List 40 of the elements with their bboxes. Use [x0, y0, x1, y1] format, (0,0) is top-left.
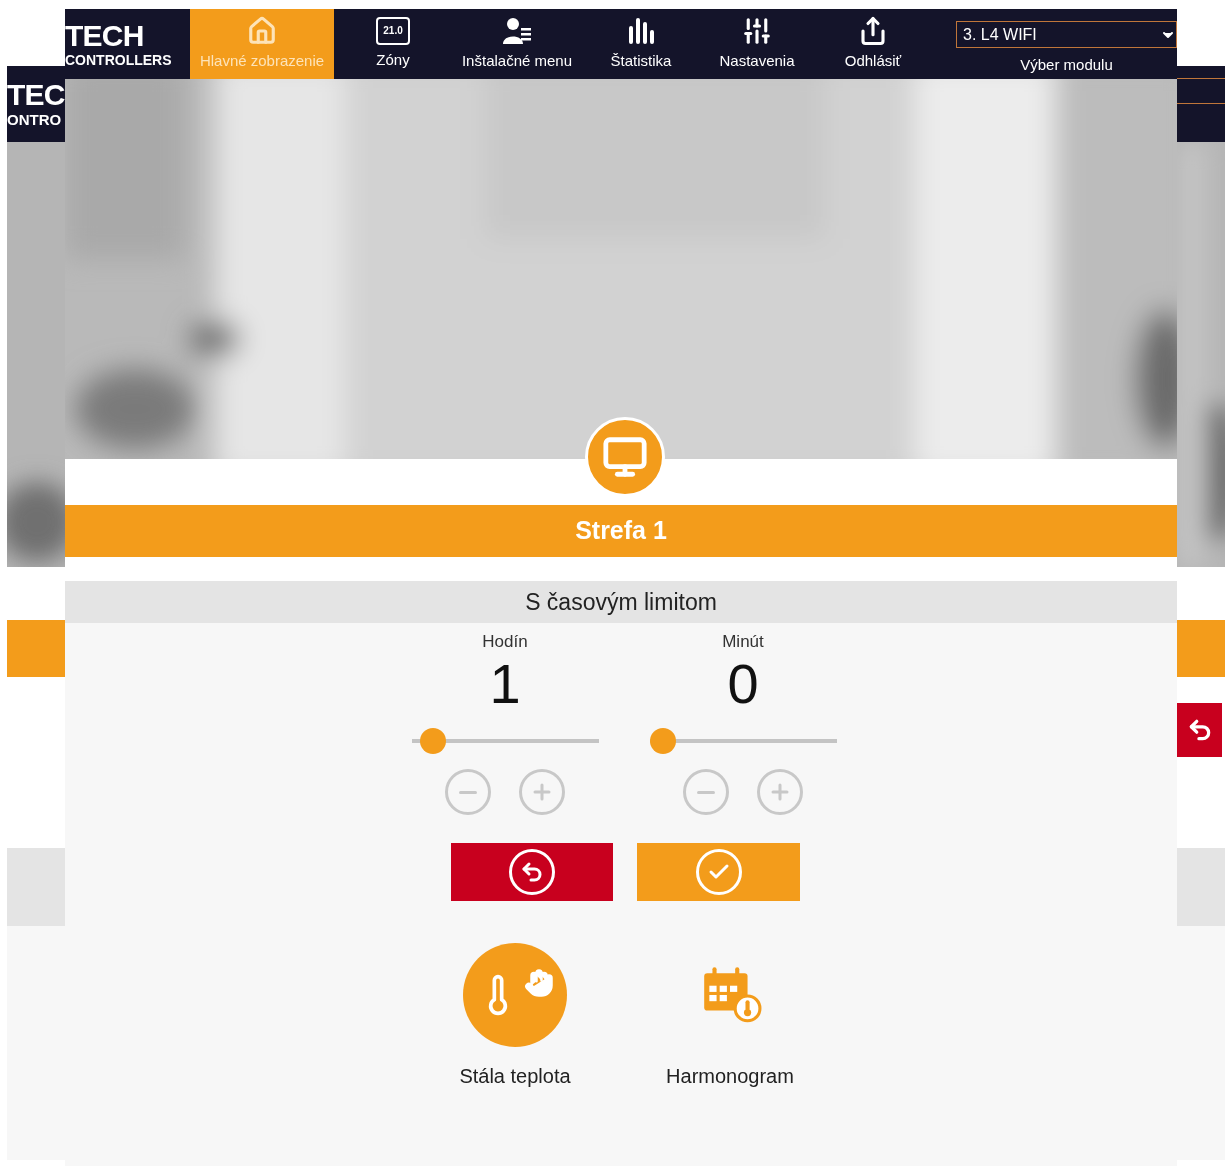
timer-slider[interactable] — [649, 728, 837, 754]
confirm-button[interactable] — [637, 843, 800, 901]
undo-icon — [509, 849, 555, 895]
background-logo-title: TEC — [7, 80, 65, 110]
check-icon — [695, 849, 742, 895]
user-list-icon — [502, 15, 532, 46]
minus-icon — [459, 790, 477, 794]
nav-tab[interactable]: Nastavenia — [700, 9, 814, 79]
nav-tab[interactable]: 21.0 Zóny — [334, 9, 452, 79]
nav-tab[interactable]: Odhlásiť — [814, 9, 932, 79]
module-select-label: Výber modulu — [1019, 55, 1114, 75]
sliders-icon — [742, 15, 772, 46]
logo-subtitle: CONTROLLERS — [65, 53, 173, 67]
logo-title: TECH — [65, 21, 145, 51]
bar-chart-icon — [626, 15, 656, 46]
home-icon — [247, 15, 277, 46]
background-back-button[interactable] — [1177, 703, 1222, 757]
mode-option[interactable]: Harmonogram — [630, 943, 830, 1091]
increase-button[interactable] — [757, 769, 803, 815]
background-logo-subtitle: ONTRO — [7, 112, 63, 127]
nav-tab[interactable]: Inštalačné menu — [452, 9, 582, 79]
nav-tab[interactable]: Štatistika — [582, 9, 700, 79]
minus-icon — [697, 790, 715, 794]
mode-title: S časovým limitom — [65, 581, 1177, 623]
slider-thumb[interactable] — [649, 728, 676, 754]
share-icon — [858, 15, 888, 46]
decrease-button[interactable] — [445, 769, 491, 815]
timer-label: Hodín — [482, 631, 528, 653]
timer-value: 1 — [489, 653, 521, 715]
timer-value: 0 — [727, 653, 759, 715]
zone-title: Strefa 1 — [65, 505, 1177, 557]
module-select[interactable]: 3. L4 WIFI — [956, 21, 1177, 48]
increase-button[interactable] — [519, 769, 565, 815]
decrease-button[interactable] — [683, 769, 729, 815]
cancel-button[interactable] — [451, 843, 613, 901]
slider-thumb[interactable] — [419, 728, 446, 754]
mode-option[interactable]: Stála teplota — [415, 943, 615, 1091]
display-reading: 21.0 — [383, 25, 403, 36]
timer-label: Minút — [722, 631, 764, 653]
timer-slider[interactable] — [411, 728, 599, 754]
